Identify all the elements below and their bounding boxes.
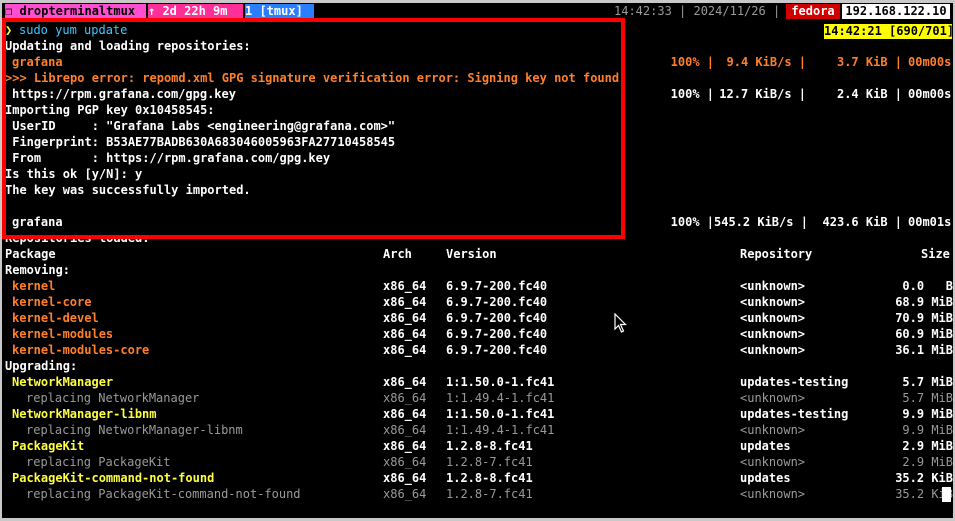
table-row: NetworkManager x86_64 1:1.50.0-1.fc41 up… (12, 375, 953, 389)
repo-name: grafana (12, 55, 63, 69)
table-row: PackageKit x86_64 1.2.8-8.fc41 updates 2… (12, 439, 953, 453)
command-time-badge: 14:42:21 [690/701] (824, 24, 953, 39)
log-line: Importing PGP key 0x10458545: (5, 103, 215, 117)
log-line: Is this ok [y/N]: y (5, 167, 143, 181)
log-line: Repositories loaded. (5, 231, 150, 245)
log-line: From : https://rpm.grafana.com/gpg.key (5, 151, 331, 165)
prompt-command: sudo yum update (19, 23, 128, 37)
section-label-upgrading: Upgrading: (5, 359, 78, 373)
section-label-removing: Removing: (5, 263, 71, 277)
mouse-pointer-icon (614, 313, 627, 333)
table-row: kernel-core x86_64 6.9.7-200.fc40 <unkno… (12, 295, 953, 309)
table-row-replacing: replacing PackageKit-command-not-found x… (26, 487, 953, 501)
table-row-replacing: replacing NetworkManager-libnm x86_64 1:… (26, 423, 953, 437)
librepo-error: >>> Librepo error: repomd.xml GPG signat… (5, 71, 620, 85)
prompt-symbol: ❯ (5, 23, 13, 37)
repo-progress-line: grafana 100% | 9.4 KiB/s | 3.7 KiB | 00m… (12, 55, 952, 69)
terminal-block-cursor (942, 487, 951, 502)
repo-progress-line: grafana 100% | 545.2 KiB/s | 423.6 KiB |… (12, 215, 952, 229)
log-line: Updating and loading repositories: (5, 39, 251, 53)
table-row: kernel-devel x86_64 6.9.7-200.fc40 <unkn… (12, 311, 953, 325)
table-row: kernel-modules-core x86_64 6.9.7-200.fc4… (12, 343, 953, 357)
table-row-replacing: replacing NetworkManager x86_64 1:1.49.4… (26, 391, 953, 405)
log-line: UserID : "Grafana Labs <engineering@graf… (5, 119, 396, 133)
error-line: >>> Librepo error: repomd.xml GPG signat… (2, 70, 953, 86)
key-download-line: https://rpm.grafana.com/gpg.key 100% | 1… (12, 87, 952, 101)
table-row: NetworkManager-libnm x86_64 1:1.50.0-1.f… (12, 407, 953, 421)
tmux-status-bar: ❐ dropterminaltmux ↑ 2d 22h 9m 1 [tmux] … (2, 3, 953, 20)
tmux-session-name[interactable]: ❐ dropterminaltmux (5, 4, 146, 19)
ip-address-badge: 192.168.122.10 (842, 4, 950, 19)
hostname-badge: fedora (786, 4, 840, 19)
table-header: Package Arch Version Repository Size (5, 247, 950, 261)
table-row: kernel x86_64 6.9.7-200.fc40 <unknown> 0… (12, 279, 953, 293)
status-clock: 14:42:33 | 2024/11/26 | (614, 4, 781, 18)
uptime-indicator: ↑ 2d 22h 9m (148, 4, 243, 19)
terminal-window[interactable]: ❐ dropterminaltmux ↑ 2d 22h 9m 1 [tmux] … (2, 3, 953, 518)
prompt-line: ❯ sudo yum update (2, 22, 953, 38)
log-line: Fingerprint: B53AE77BADB630A683046005963… (5, 135, 396, 149)
log-line: The key was successfully imported. (5, 183, 251, 197)
table-row-replacing: replacing PackageKit x86_64 1.2.8-7.fc41… (26, 455, 953, 469)
table-row: PackageKit-command-not-found x86_64 1.2.… (12, 471, 953, 485)
tmux-window-tab[interactable]: 1 [tmux] (245, 4, 314, 19)
table-row: kernel-modules x86_64 6.9.7-200.fc40 <un… (12, 327, 953, 341)
